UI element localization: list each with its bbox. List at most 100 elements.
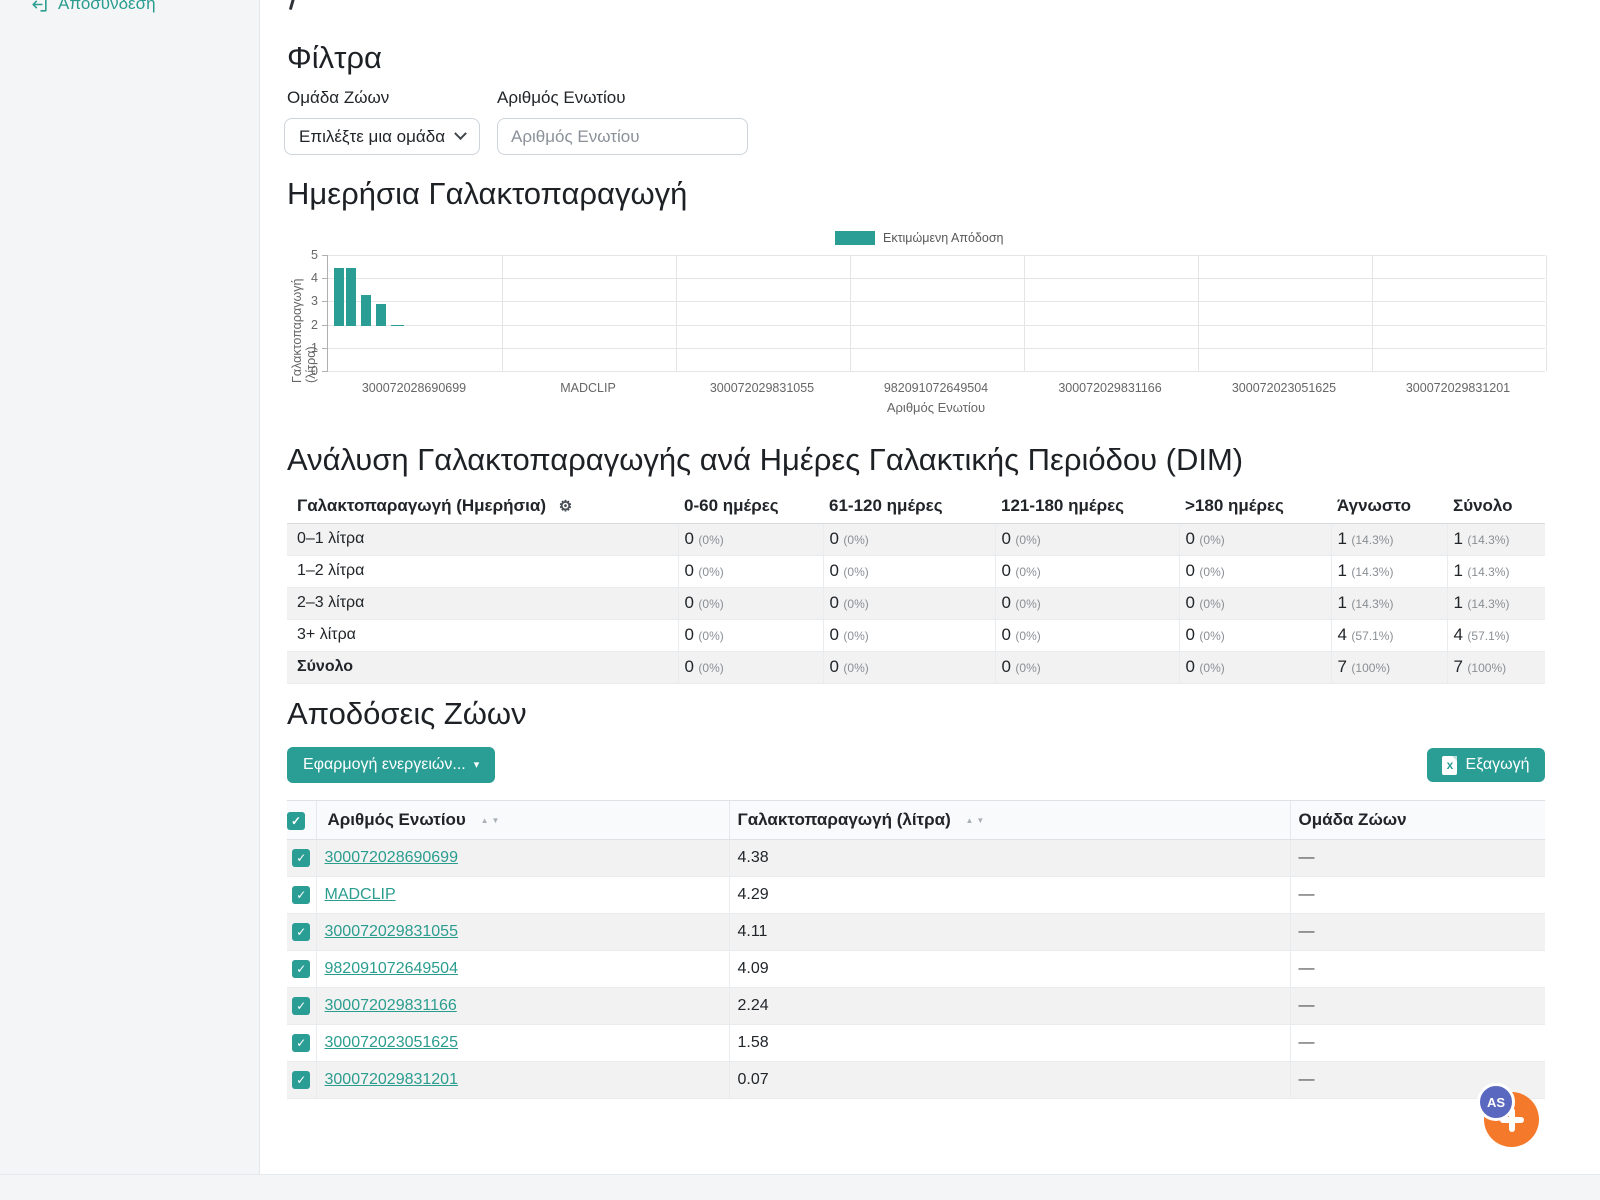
eartag-link[interactable]: 300072029831201 bbox=[325, 1071, 458, 1088]
eartag-cell: 300072029831055 bbox=[316, 914, 729, 951]
milk-column-label: Γαλακτοπαραγωγή (λίτρα) bbox=[738, 810, 951, 829]
group-select[interactable]: Επιλέξτε μια ομάδα bbox=[284, 118, 480, 155]
sort-descending-icon[interactable]: ▼ bbox=[491, 816, 499, 825]
cell-value: 0 bbox=[1002, 625, 1011, 644]
cell-value: 7 bbox=[1454, 657, 1463, 676]
checkbox-cell: ✓ bbox=[287, 914, 316, 951]
x-tick-label: 300072028690699 bbox=[362, 381, 466, 395]
dim-cell: 7 (100%) bbox=[1331, 651, 1447, 683]
eartag-link[interactable]: 300072029831166 bbox=[325, 997, 457, 1014]
select-all-cell: ✓ bbox=[287, 801, 316, 840]
dim-cell: 0 (0%) bbox=[823, 555, 995, 587]
cell-percent: (14.3%) bbox=[1467, 533, 1509, 547]
eartag-link[interactable]: 300072029831055 bbox=[325, 923, 458, 940]
dim-table: Γαλακτοπαραγωγή (Ημερήσια) ⚙ 0-60 ημέρες… bbox=[287, 490, 1545, 684]
dim-title: Ανάλυση Γαλακτοπαραγωγής ανά Ημέρες Γαλα… bbox=[287, 442, 1243, 478]
eartag-column-label: Αριθμός Ενωτίου bbox=[328, 810, 466, 829]
row-checkbox[interactable]: ✓ bbox=[292, 923, 310, 941]
caret-down-icon: ▾ bbox=[474, 760, 480, 771]
apply-actions-button[interactable]: Εφαρμογή ενεργειών... ▾ bbox=[287, 747, 495, 783]
group-select-value: Επιλέξτε μια ομάδα bbox=[299, 127, 445, 147]
row-checkbox[interactable]: ✓ bbox=[292, 1071, 310, 1089]
eartag-input[interactable] bbox=[497, 118, 748, 155]
sort-descending-icon[interactable]: ▼ bbox=[976, 816, 984, 825]
milk-cell: 4.29 bbox=[729, 877, 1290, 914]
dim-cell: 0 (0%) bbox=[678, 555, 823, 587]
dim-cell: 0 (0%) bbox=[995, 587, 1179, 619]
dim-cell: 0 (0%) bbox=[1179, 555, 1331, 587]
cell-value: 0 bbox=[1186, 625, 1195, 644]
dim-cell: 0 (0%) bbox=[1179, 651, 1331, 683]
group-column-header: Ομάδα Ζώων bbox=[1290, 801, 1545, 840]
dim-cell: 7 (100%) bbox=[1447, 651, 1545, 683]
dim-row-label: 0–1 λίτρα bbox=[287, 523, 678, 555]
cell-percent: (0%) bbox=[698, 661, 723, 675]
user-avatar[interactable]: AS bbox=[1477, 1083, 1515, 1121]
sort-ascending-icon[interactable]: ▲ bbox=[481, 816, 489, 825]
dim-column-header: 0-60 ημέρες bbox=[678, 490, 823, 523]
legend-swatch bbox=[835, 231, 875, 245]
select-all-checkbox[interactable]: ✓ bbox=[287, 812, 305, 830]
gridline bbox=[676, 255, 677, 371]
yields-title: Αποδόσεις Ζώων bbox=[287, 696, 527, 732]
dim-header-row: Γαλακτοπαραγωγή (Ημερήσια) ⚙ 0-60 ημέρες… bbox=[287, 490, 1545, 523]
eartag-link[interactable]: MADCLIP bbox=[325, 886, 396, 903]
gridline bbox=[1372, 255, 1373, 371]
axis-tick bbox=[322, 301, 328, 302]
gridline bbox=[328, 301, 1545, 302]
x-tick-label: 300072023051625 bbox=[1232, 381, 1336, 395]
cell-percent: (0%) bbox=[843, 565, 868, 579]
dim-cell: 0 (0%) bbox=[995, 651, 1179, 683]
row-checkbox[interactable]: ✓ bbox=[292, 849, 310, 867]
cell-value: 0 bbox=[830, 529, 839, 548]
eartag-cell: 300072023051625 bbox=[316, 1025, 729, 1062]
settings-gear-icon[interactable]: ⚙ bbox=[559, 498, 572, 515]
dim-cell: 0 (0%) bbox=[823, 587, 995, 619]
cell-percent: (14.3%) bbox=[1351, 565, 1393, 579]
eartag-cell: MADCLIP bbox=[316, 877, 729, 914]
dim-row: Σύνολο0 (0%)0 (0%)0 (0%)0 (0%)7 (100%)7 … bbox=[287, 651, 1545, 683]
dim-row: 1–2 λίτρα0 (0%)0 (0%)0 (0%)0 (0%)1 (14.3… bbox=[287, 555, 1545, 587]
gridline bbox=[328, 278, 1545, 279]
axis-tick bbox=[322, 278, 328, 279]
main-content: Φίλτρα Ομάδα Ζώων Αριθμός Ενωτίου Επιλέξ… bbox=[260, 0, 1600, 1174]
x-tick-label: 982091072649504 bbox=[884, 381, 988, 395]
cell-percent: (0%) bbox=[1015, 533, 1040, 547]
cell-percent: (0%) bbox=[843, 661, 868, 675]
row-checkbox[interactable]: ✓ bbox=[292, 960, 310, 978]
row-checkbox[interactable]: ✓ bbox=[292, 1034, 310, 1052]
milk-cell: 4.09 bbox=[729, 951, 1290, 988]
dim-cell: 1 (14.3%) bbox=[1447, 555, 1545, 587]
cell-value: 0 bbox=[1186, 657, 1195, 676]
sidebar-item-logout[interactable]: Αποσύνδεση bbox=[30, 0, 156, 14]
eartag-link[interactable]: 982091072649504 bbox=[325, 960, 458, 977]
cell-value: 0 bbox=[685, 657, 694, 676]
group-cell: — bbox=[1290, 877, 1545, 914]
cell-value: 1 bbox=[1454, 561, 1463, 580]
row-checkbox[interactable]: ✓ bbox=[292, 997, 310, 1015]
dim-row: 2–3 λίτρα0 (0%)0 (0%)0 (0%)0 (0%)1 (14.3… bbox=[287, 587, 1545, 619]
cell-percent: (0%) bbox=[698, 629, 723, 643]
sort-ascending-icon[interactable]: ▲ bbox=[966, 816, 974, 825]
row-checkbox[interactable]: ✓ bbox=[292, 886, 310, 904]
dim-row-label: 3+ λίτρα bbox=[287, 619, 678, 651]
dim-cell: 4 (57.1%) bbox=[1331, 619, 1447, 651]
eartag-link[interactable]: 300072023051625 bbox=[325, 1034, 458, 1051]
export-button[interactable]: x Εξαγωγή bbox=[1427, 748, 1545, 782]
x-tick-label: 300072029831166 bbox=[1058, 381, 1161, 395]
cell-percent: (100%) bbox=[1351, 661, 1390, 675]
cell-percent: (0%) bbox=[1015, 597, 1040, 611]
cell-percent: (14.3%) bbox=[1351, 533, 1393, 547]
eartag-label: Αριθμός Ενωτίου bbox=[497, 88, 626, 108]
group-cell: — bbox=[1290, 914, 1545, 951]
apply-actions-label: Εφαρμογή ενεργειών... bbox=[303, 756, 466, 774]
y-tick-label: 2 bbox=[311, 317, 318, 333]
dim-cell: 1 (14.3%) bbox=[1447, 523, 1545, 555]
dim-column-header: >180 ημέρες bbox=[1179, 490, 1331, 523]
eartag-link[interactable]: 300072028690699 bbox=[325, 849, 458, 866]
dim-row: 0–1 λίτρα0 (0%)0 (0%)0 (0%)0 (0%)1 (14.3… bbox=[287, 523, 1545, 555]
eartag-cell: 300072029831201 bbox=[316, 1062, 729, 1099]
cell-value: 1 bbox=[1338, 561, 1347, 580]
cell-percent: (0%) bbox=[698, 565, 723, 579]
dim-cell: 0 (0%) bbox=[823, 619, 995, 651]
